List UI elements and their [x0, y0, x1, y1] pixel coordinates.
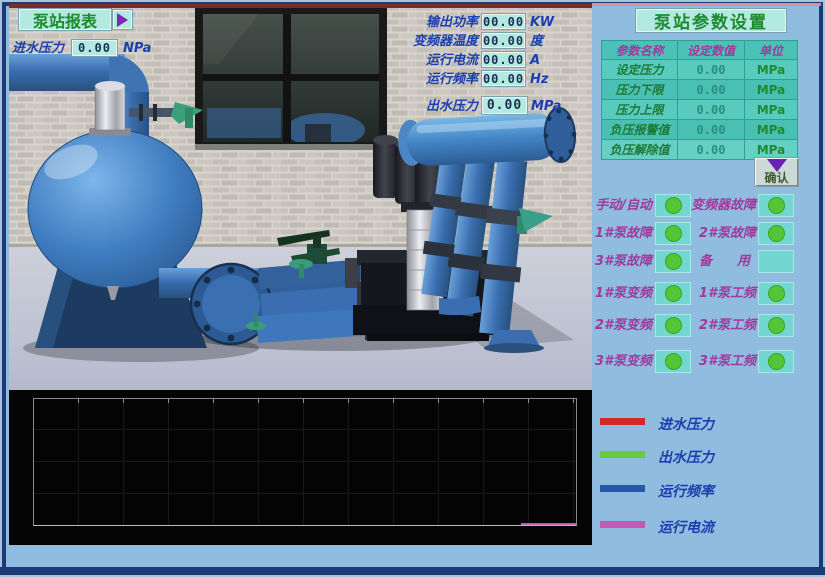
- report-button-label: 泵站报表: [33, 8, 97, 32]
- indicator-pump1-line: [758, 282, 794, 305]
- neg-pressure-alarm-input[interactable]: 0.00: [678, 120, 745, 139]
- output-power-label: 输出功率: [380, 15, 478, 31]
- lamp-icon: [768, 285, 785, 302]
- inverter-temp-label: 变频器温度: [380, 34, 478, 50]
- settings-title-text: 泵站参数设置: [654, 8, 768, 33]
- lamp-icon: [665, 285, 682, 302]
- output-power-value: 00.00: [481, 13, 526, 30]
- run-current-label: 运行电流: [380, 53, 478, 69]
- table-row: 负压报警值 0.00 MPa: [602, 119, 797, 139]
- indicator-pump3-vfd: [655, 350, 691, 373]
- run-frequency-value: 00.00: [481, 70, 526, 87]
- indicator-pump1-vfd: [655, 282, 691, 305]
- inlet-pressure-label: 进水压力: [12, 41, 64, 57]
- run-current-value: 00.00: [481, 51, 526, 68]
- indicator-label-spare: 备 用: [688, 254, 756, 269]
- indicator-pump2-fault: [758, 222, 794, 245]
- legend-label-run-frequency: 运行频率: [658, 481, 714, 501]
- run-current-unit: A: [530, 53, 540, 69]
- plot-tick-marks: [34, 399, 576, 403]
- indicator-label-pump2-vfd: 2#泵变频: [588, 318, 652, 333]
- outlet-pressure-value: 0.00: [481, 96, 528, 115]
- indicator-label-pump3-vfd: 3#泵变频: [588, 354, 652, 369]
- lamp-icon: [665, 197, 682, 214]
- inverter-temp-unit: 度: [530, 34, 543, 50]
- legend-label-outlet-pressure: 出水压力: [658, 447, 714, 467]
- outlet-pressure-label: 出水压力: [380, 99, 478, 115]
- indicator-spare: [758, 250, 794, 273]
- pressure-tank: [28, 130, 202, 288]
- indicator-label-pump2-fault: 2#泵故障: [688, 226, 756, 241]
- lamp-icon: [768, 317, 785, 334]
- indicator-label-pump1-fault: 1#泵故障: [588, 226, 652, 241]
- settings-table-header: 参数名称 设定数值 单位: [602, 41, 797, 59]
- report-play-button[interactable]: [112, 9, 133, 30]
- header-unit: 单位: [745, 41, 797, 59]
- pump-station-hmi: 泵站报表 进水压力 0.00 NPa 输出功率 00.00 KW 变频器温度 0…: [0, 0, 825, 577]
- neg-pressure-release-input[interactable]: 0.00: [678, 140, 745, 159]
- legend-label-inlet-pressure: 进水压力: [658, 414, 714, 434]
- header-param-name: 参数名称: [602, 41, 678, 59]
- inverter-temp-value: 00.00: [481, 32, 526, 49]
- legend-swatch-run-frequency: [600, 485, 645, 492]
- lamp-icon: [768, 353, 785, 370]
- indicator-manual-auto: [655, 194, 691, 217]
- play-triangle-icon: [117, 13, 128, 27]
- run-frequency-label: 运行频率: [380, 72, 478, 88]
- indicator-label-pump1-line: 1#泵工频: [688, 286, 756, 301]
- legend-swatch-outlet-pressure: [600, 451, 645, 458]
- indicator-label-pump2-line: 2#泵工频: [688, 318, 756, 333]
- window: [195, 8, 387, 150]
- confirm-button[interactable]: 确认: [754, 157, 799, 187]
- indicator-label-vfd-fault: 变频器故障: [688, 198, 756, 213]
- table-row: 负压解除值 0.00 MPa: [602, 139, 797, 159]
- bottom-frame-bar: [0, 567, 825, 575]
- tank-top-chrome-cap: [89, 81, 131, 136]
- indicator-vfd-fault: [758, 194, 794, 217]
- lamp-icon: [665, 317, 682, 334]
- indicator-label-pump1-vfd: 1#泵变频: [588, 286, 652, 301]
- settings-table: 参数名称 设定数值 单位 设定压力 0.00 MPa 压力下限 0.00 MPa…: [601, 40, 798, 160]
- table-row: 压力下限 0.00 MPa: [602, 79, 797, 99]
- indicator-pump3-line: [758, 350, 794, 373]
- trend-chart: [9, 390, 592, 545]
- set-pressure-input[interactable]: 0.00: [678, 60, 745, 79]
- lamp-icon: [768, 197, 785, 214]
- lamp-icon: [665, 253, 682, 270]
- table-row: 设定压力 0.00 MPa: [602, 59, 797, 79]
- indicator-pump1-fault: [655, 222, 691, 245]
- lamp-icon: [665, 225, 682, 242]
- indicator-pump2-line: [758, 314, 794, 337]
- lamp-icon: [768, 225, 785, 242]
- lamp-icon: [665, 353, 682, 370]
- run-frequency-unit: Hz: [530, 72, 548, 88]
- indicator-label-manual-auto: 手动/自动: [588, 198, 652, 213]
- run-current-trace: [521, 523, 577, 525]
- pressure-low-limit-input[interactable]: 0.00: [678, 80, 745, 99]
- output-power-unit: KW: [530, 15, 554, 31]
- report-button[interactable]: 泵站报表: [18, 8, 112, 31]
- indicator-pump3-fault: [655, 250, 691, 273]
- indicator-label-pump3-fault: 3#泵故障: [588, 254, 652, 269]
- confirm-label: 确认: [764, 169, 788, 186]
- legend-swatch-inlet-pressure: [600, 418, 645, 425]
- indicator-pump2-vfd: [655, 314, 691, 337]
- settings-panel-title: 泵站参数设置: [635, 8, 787, 33]
- outlet-pressure-unit: MPa: [531, 99, 561, 115]
- trend-plot-area: [33, 398, 577, 526]
- legend-label-run-current: 运行电流: [658, 517, 714, 537]
- header-set-value: 设定数值: [678, 41, 745, 59]
- legend-swatch-run-current: [600, 521, 645, 528]
- inlet-pressure-unit: NPa: [123, 41, 151, 57]
- table-row: 压力上限 0.00 MPa: [602, 99, 797, 119]
- inlet-pressure-value: 0.00: [71, 39, 118, 57]
- panel-top-line: [592, 3, 821, 6]
- indicator-label-pump3-line: 3#泵工频: [688, 354, 756, 369]
- pressure-high-limit-input[interactable]: 0.00: [678, 100, 745, 119]
